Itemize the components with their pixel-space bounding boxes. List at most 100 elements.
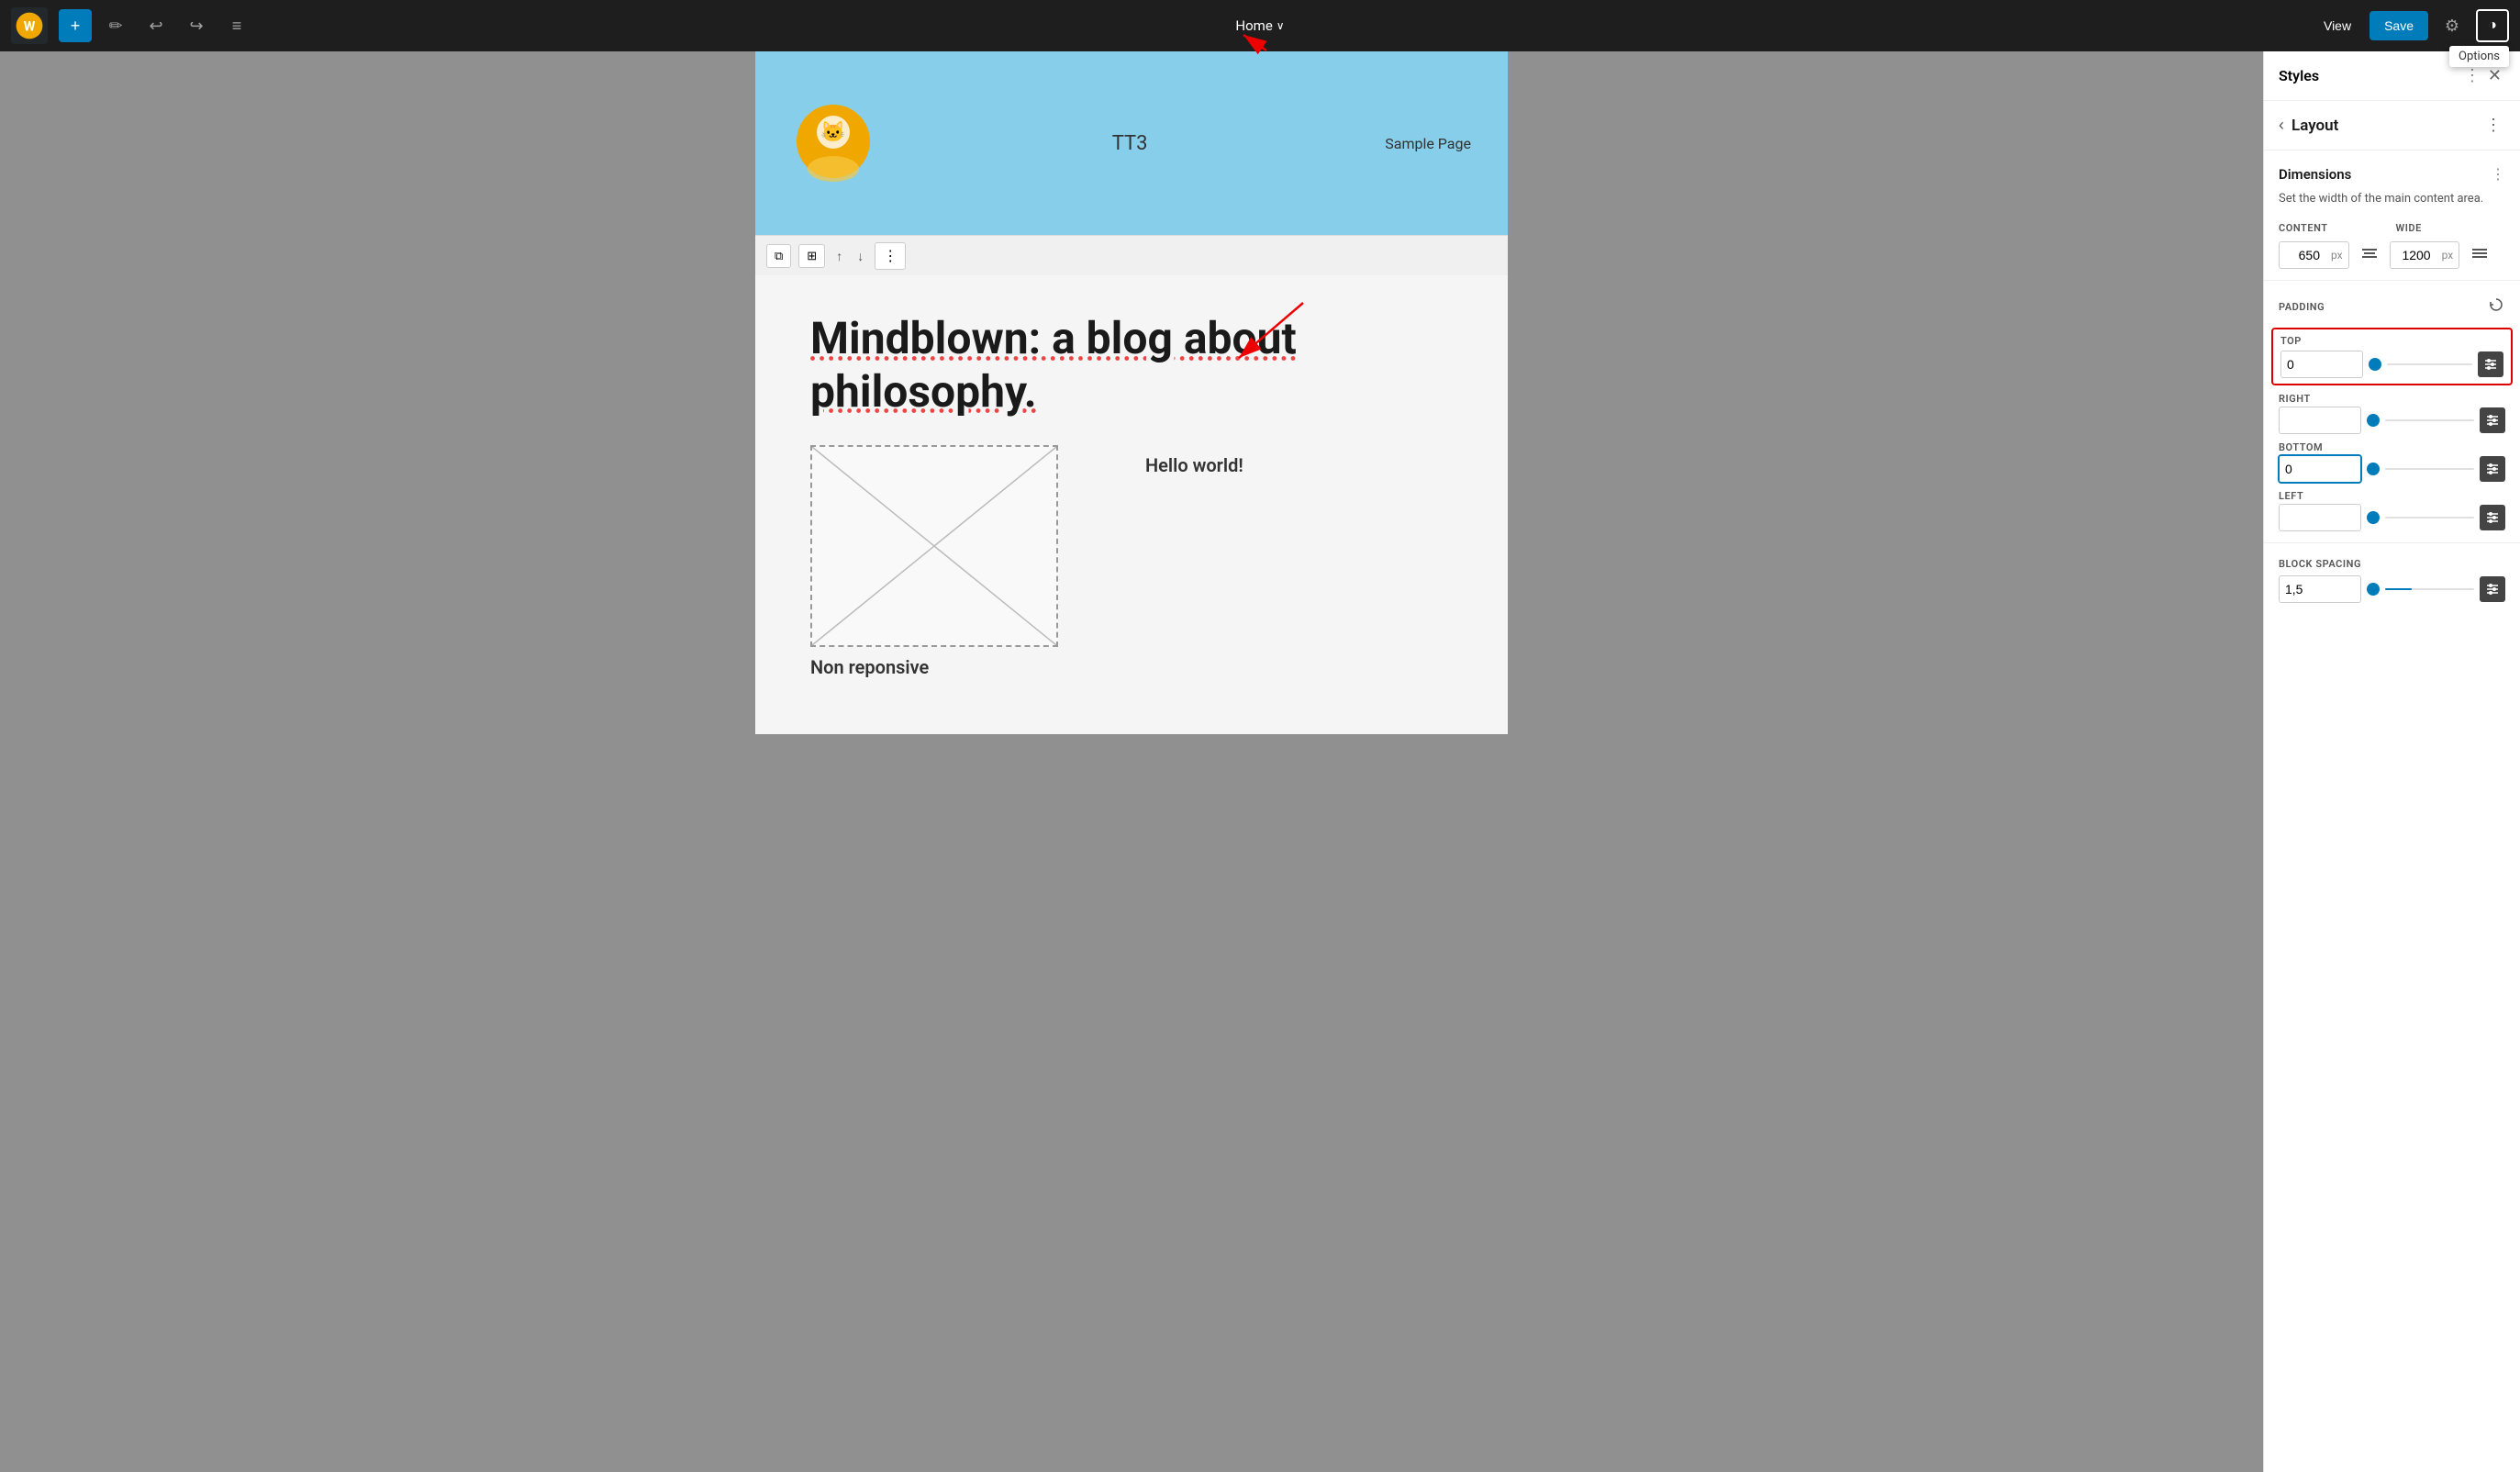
- main-area: 🐱 TT3 Sample Page ⧉ ⊞ ↑ ↓ ⋮ Min: [0, 51, 2520, 1472]
- top-padding-input[interactable]: [2281, 351, 2363, 377]
- right-padding-input-row: px: [2279, 407, 2505, 434]
- bottom-padding-row: BOTTOM px: [2264, 438, 2520, 486]
- right-padding-adjust-button[interactable]: [2480, 407, 2505, 433]
- block-spacing-label: BLOCK SPACING: [2279, 558, 2505, 570]
- top-padding-input-group: px: [2280, 351, 2363, 378]
- block-spacing-adjust-button[interactable]: [2480, 576, 2505, 602]
- dimensions-desc: Set the width of the main content area.: [2264, 191, 2520, 218]
- svg-text:🐱: 🐱: [820, 120, 845, 144]
- block-spacing-row: BLOCK SPACING rem: [2264, 551, 2520, 610]
- padding-title: PADDING: [2279, 301, 2325, 313]
- bottom-padding-adjust-button[interactable]: [2480, 456, 2505, 482]
- right-slider-line[interactable]: [2385, 419, 2474, 421]
- sync-icon: [2487, 296, 2505, 314]
- page-canvas: 🐱 TT3 Sample Page ⧉ ⊞ ↑ ↓ ⋮ Min: [755, 51, 1508, 734]
- page-title-label: Home: [1235, 17, 1272, 34]
- undo-button[interactable]: ↩: [139, 9, 173, 42]
- left-slider-dot: [2367, 511, 2380, 524]
- view-button[interactable]: View: [2313, 13, 2362, 39]
- bottom-padding-input[interactable]: [2280, 456, 2361, 482]
- dimensions-more-button[interactable]: ⋮: [2491, 165, 2505, 184]
- content-width-input[interactable]: [2280, 242, 2325, 268]
- block-spacing-input[interactable]: [2280, 576, 2361, 602]
- wide-width-input[interactable]: [2391, 242, 2436, 268]
- bottom-padding-input-row: px: [2279, 455, 2505, 483]
- chevron-icon: ∨: [1277, 19, 1285, 32]
- align-wide-icon: [2470, 244, 2489, 262]
- post-title-2: Hello world!: [1145, 454, 1453, 476]
- wide-align-icon[interactable]: [2467, 242, 2492, 269]
- top-padding-adjust-button[interactable]: [2478, 351, 2503, 377]
- block-grid-button[interactable]: ⊞: [798, 244, 825, 268]
- right-padding-label: RIGHT: [2279, 393, 2505, 405]
- move-up-button[interactable]: ↑: [832, 245, 846, 267]
- toolbar: W + ✏ ↩ ↪ ≡ Home ∨ View Save ⚙ ◑ Options: [0, 0, 2520, 51]
- bottom-padding-input-group: px: [2279, 455, 2361, 483]
- right-padding-row: RIGHT px: [2264, 389, 2520, 438]
- svg-text:W: W: [24, 19, 36, 35]
- panel-title: Layout: [2291, 117, 2338, 135]
- list-view-button[interactable]: ≡: [220, 9, 253, 42]
- back-button[interactable]: ‹: [2279, 116, 2284, 135]
- bottom-padding-label: BOTTOM: [2279, 441, 2505, 453]
- top-padding-highlighted-box: TOP px: [2271, 328, 2513, 385]
- left-slider-line[interactable]: [2385, 517, 2474, 519]
- top-slider-line[interactable]: [2387, 363, 2472, 365]
- divider-2: [2264, 542, 2520, 543]
- styles-title: Styles: [2279, 67, 2319, 84]
- bottom-slider-dot: [2367, 463, 2380, 475]
- left-padding-input[interactable]: [2280, 505, 2361, 530]
- wp-logo[interactable]: W: [11, 7, 48, 44]
- edit-icon-button[interactable]: ✏: [99, 9, 132, 42]
- top-slider-dot: [2369, 358, 2381, 371]
- move-down-button[interactable]: ↓: [853, 245, 867, 267]
- adjust-icon-left: [2485, 510, 2500, 525]
- panel-nav: ‹ Layout ⋮: [2264, 101, 2520, 151]
- content-input-group: px: [2279, 241, 2349, 269]
- left-padding-adjust-button[interactable]: [2480, 505, 2505, 530]
- content-align-icon[interactable]: [2357, 242, 2382, 269]
- page-content: Mindblown: a blog about philosophy. Non …: [755, 275, 1508, 734]
- site-nav: Sample Page: [1385, 135, 1471, 152]
- panel-more-button[interactable]: ⋮: [2481, 112, 2505, 139]
- post-image-placeholder-1: [810, 445, 1058, 647]
- post-item-1: Non reponsive: [810, 445, 1118, 678]
- content-unit: px: [2325, 243, 2348, 267]
- save-button[interactable]: Save: [2369, 11, 2428, 40]
- block-transform-button[interactable]: ⧉: [766, 244, 791, 268]
- bottom-slider-line[interactable]: [2385, 468, 2474, 470]
- divider-1: [2264, 280, 2520, 281]
- top-padding-input-row: px: [2280, 351, 2503, 378]
- panel-title-row: ‹ Layout: [2279, 116, 2338, 135]
- right-panel: Styles ⋮ ✕ ‹ Layout ⋮ Dimensions ⋮ Set t…: [2263, 51, 2520, 1472]
- block-spacing-slider-line[interactable]: [2385, 588, 2474, 590]
- adjust-icon-spacing: [2485, 582, 2500, 597]
- add-button[interactable]: +: [59, 9, 92, 42]
- wordpress-icon: W: [15, 11, 44, 40]
- content-label: CONTENT: [2279, 222, 2356, 234]
- block-more-button[interactable]: ⋮: [875, 242, 906, 270]
- site-header: 🐱 TT3 Sample Page: [755, 51, 1508, 235]
- post-item-2: Hello world!: [1145, 445, 1453, 678]
- posts-grid: Non reponsive Hello world!: [810, 445, 1453, 678]
- dimensions-title: Dimensions: [2279, 166, 2351, 183]
- toolbar-right: View Save ⚙ ◑: [2313, 9, 2509, 42]
- right-padding-input[interactable]: [2280, 407, 2361, 433]
- settings-icon-button[interactable]: ⚙: [2436, 9, 2469, 42]
- site-logo-svg: 🐱: [792, 100, 875, 183]
- theme-toggle-button[interactable]: ◑: [2476, 9, 2509, 42]
- adjust-icon-bottom: [2485, 462, 2500, 476]
- page-title-text: Mindblown: a blog about philosophy.: [810, 312, 1453, 418]
- grid-icon: ⊞: [807, 249, 817, 263]
- site-logo: 🐱: [792, 100, 875, 186]
- block-toolbar-row: ⧉ ⊞ ↑ ↓ ⋮: [755, 235, 1508, 275]
- redo-button[interactable]: ↪: [180, 9, 213, 42]
- left-padding-label: LEFT: [2279, 490, 2505, 502]
- site-title: TT3: [1112, 132, 1148, 155]
- block-spacing-input-row: rem: [2279, 575, 2505, 603]
- wide-label: WIDE: [2396, 222, 2473, 234]
- post-title-1: Non reponsive: [810, 656, 1118, 678]
- padding-sync-button[interactable]: [2487, 296, 2505, 318]
- dimensions-section-header: Dimensions ⋮: [2264, 151, 2520, 191]
- adjust-icon: [2483, 357, 2498, 372]
